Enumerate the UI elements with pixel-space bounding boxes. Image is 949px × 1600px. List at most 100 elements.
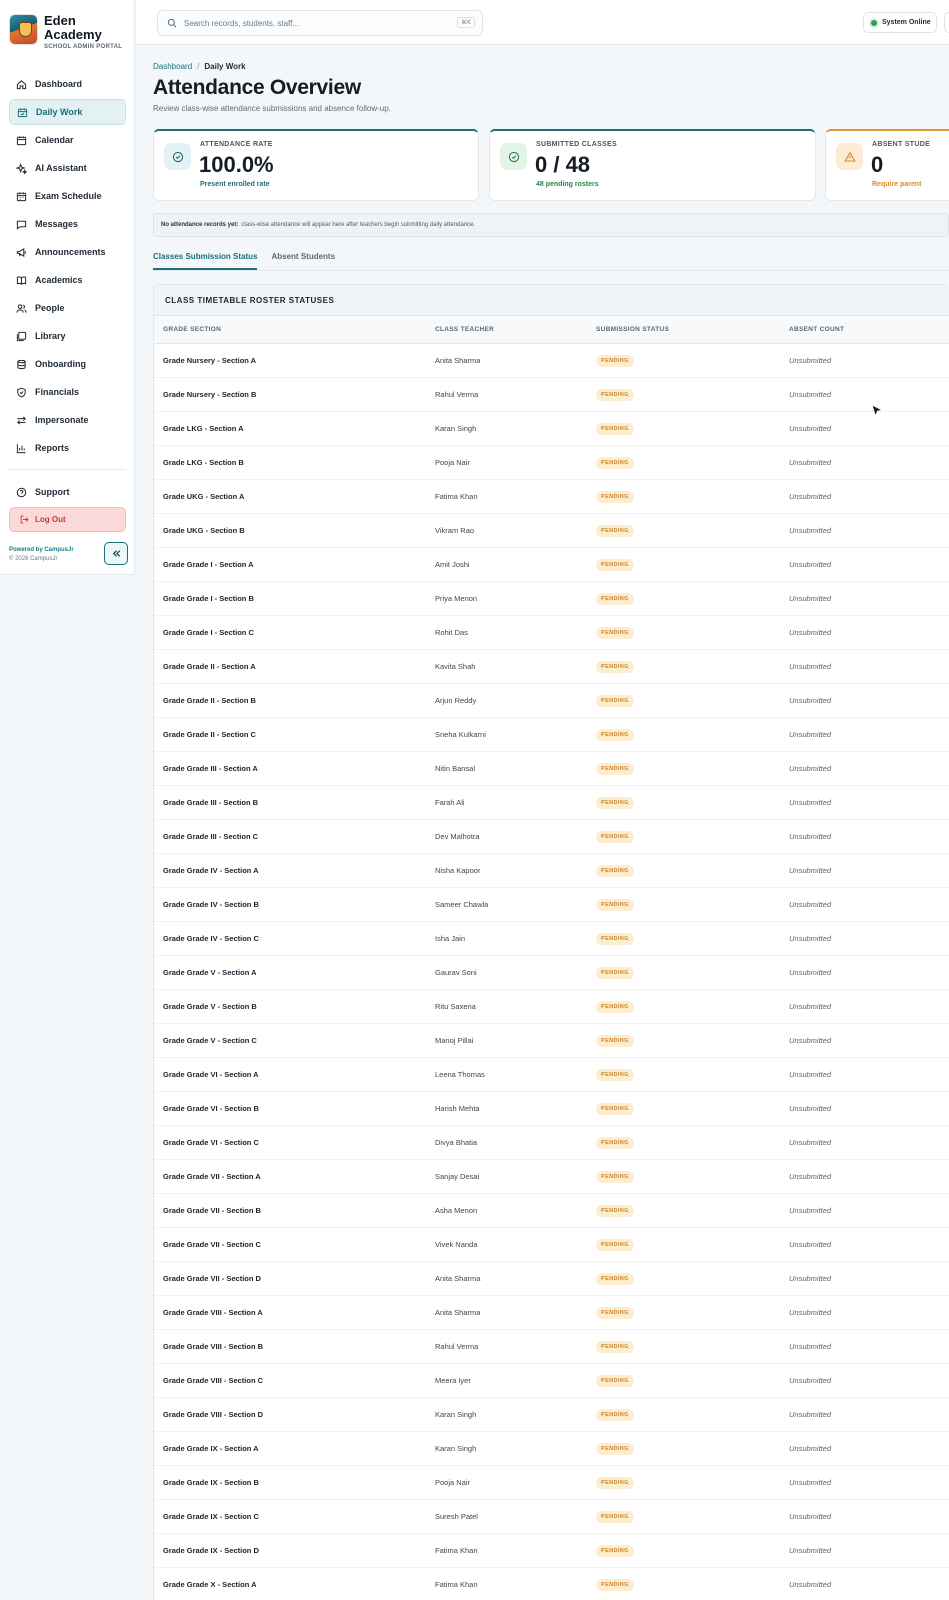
card-value: 0 / 48 [535,152,591,177]
pending-status-badge: PENDING [596,1476,634,1489]
table-row[interactable]: Grade Grade X - Section A Fatima Khan PEND… [154,1568,949,1600]
table-row[interactable]: Grade Nursery - Section A Anita Sharma PEN… [154,344,949,378]
grade-section-cell: Grade Grade VI - Section A [163,1070,259,1079]
search-icon [167,18,177,28]
table-row[interactable]: Grade Grade IV - Section C Isha Jain PENDI… [154,922,949,956]
table-row[interactable]: Grade Grade VII - Section A Sanjay Desai P… [154,1160,949,1194]
table-row[interactable]: Grade Grade IV - Section B Sameer Chawla P… [154,888,949,922]
absent-count-cell: Unsubmitted [789,1376,832,1385]
absent-count-cell: Unsubmitted [789,424,832,433]
table-row[interactable]: Grade Grade IX - Section A Karan Singh PEN… [154,1432,949,1466]
table-row[interactable]: Grade Grade VIII - Section D Karan Singh P… [154,1398,949,1432]
sidebar-item-exam-schedule[interactable]: Exam Schedule [9,183,126,209]
pending-status-badge: PENDING [596,1306,634,1319]
class-teacher-cell: Manoj Pillai [435,1036,474,1045]
sidebar-item-dashboard[interactable]: Dashboard [9,71,126,97]
table-row[interactable]: Grade Grade IX - Section B Pooja Nair PEND… [154,1466,949,1500]
school-crest-logo [9,14,38,45]
grade-section-cell: Grade Grade VII - Section A [163,1172,261,1181]
sidebar-item-announcements[interactable]: Announcements [9,239,126,265]
class-teacher-cell: Divya Bhatia [435,1138,478,1147]
column-header-submission-status[interactable]: SUBMISSION STATUS [596,326,669,333]
table-row[interactable]: Grade Grade III - Section B Farah Ali PEND… [154,786,949,820]
table-row[interactable]: Grade Grade II - Section A Kavita Shah PEN… [154,650,949,684]
grade-section-cell: Grade Grade I - Section B [163,594,254,603]
table-row[interactable]: Grade Grade VIII - Section A Anita Sharma… [154,1296,949,1330]
class-teacher-cell: Vikram Rao [435,526,475,535]
grade-section-cell: Grade Grade II - Section A [163,662,256,671]
table-row[interactable]: Grade Grade IX - Section C Suresh Patel PE… [154,1500,949,1534]
breadcrumb-dashboard-link[interactable]: Dashboard [153,62,192,71]
card-label: SUBMITTED CLASSES [536,141,617,148]
calendar-icon [16,135,27,145]
sidebar-item-messages[interactable]: Messages [9,211,126,237]
brand[interactable]: Eden Academy SCHOOL ADMIN PORTAL [9,14,122,50]
table-row[interactable]: Grade Grade IV - Section A Nisha Kapoor PE… [154,854,949,888]
table-row[interactable]: Grade Grade VIII - Section B Rahul Verma P… [154,1330,949,1364]
table-row[interactable]: Grade Grade V - Section A Gaurav Soni PEND… [154,956,949,990]
user-menu-button[interactable] [944,12,949,33]
tab-absent-students[interactable]: Absent Students [271,248,335,270]
sidebar-item-impersonate[interactable]: Impersonate [9,407,126,433]
table-row[interactable]: Grade Grade I - Section A Amit Joshi PENDI… [154,548,949,582]
sidebar-item-people[interactable]: People [9,295,126,321]
class-teacher-cell: Fatima Khan [435,1546,478,1555]
table-row[interactable]: Grade Grade II - Section B Arjun Reddy PEN… [154,684,949,718]
card-icon-wrap [500,143,527,170]
table-row[interactable]: Grade Grade VI - Section C Divya Bhatia PE… [154,1126,949,1160]
submission-status-cell: PENDING [596,490,634,503]
pending-status-badge: PENDING [596,796,634,809]
class-teacher-cell: Leena Thomas [435,1070,485,1079]
column-header-absent-count[interactable]: ABSENT COUNT [789,326,844,333]
tab-classes-submission-status[interactable]: Classes Submission Status [153,248,258,270]
table-row[interactable]: Grade Nursery - Section B Rahul Verma PEND… [154,378,949,412]
table-row[interactable]: Grade Grade II - Section C Sneha Kulkarni… [154,718,949,752]
table-row[interactable]: Grade Grade VI - Section B Harish Mehta PE… [154,1092,949,1126]
column-header-class-teacher[interactable]: CLASS TEACHER [435,326,494,333]
absent-count-cell: Unsubmitted [789,594,832,603]
table-row[interactable]: Grade Grade VIII - Section C Meera Iyer PE… [154,1364,949,1398]
grade-section-cell: Grade Grade IX - Section A [163,1444,259,1453]
table-row[interactable]: Grade Grade VI - Section A Leena Thomas PE… [154,1058,949,1092]
table-row[interactable]: Grade Grade V - Section C Manoj Pillai PEN… [154,1024,949,1058]
table-row[interactable]: Grade Grade V - Section B Ritu Saxena PEND… [154,990,949,1024]
sidebar-item-ai-assistant[interactable]: AI Assistant [9,155,126,181]
table-row[interactable]: Grade UKG - Section B Vikram Rao PENDING Un… [154,514,949,548]
logout-button[interactable]: Log Out [9,507,126,532]
sidebar-item-financials[interactable]: Financials [9,379,126,405]
table-row[interactable]: Grade Grade I - Section C Rohit Das PENDIN… [154,616,949,650]
sidebar-item-academics[interactable]: Academics [9,267,126,293]
sidebar-item-calendar[interactable]: Calendar [9,127,126,153]
pending-status-badge: PENDING [596,1544,634,1557]
sidebar-item-daily-work[interactable]: Daily Work [9,99,126,125]
pending-status-badge: PENDING [596,864,634,877]
table-row[interactable]: Grade LKG - Section A Karan Singh PENDING U… [154,412,949,446]
absent-count-cell: Unsubmitted [789,1274,832,1283]
table-row[interactable]: Grade UKG - Section A Fatima Khan PENDING U… [154,480,949,514]
table-row[interactable]: Grade LKG - Section B Pooja Nair PENDING Un… [154,446,949,480]
column-header-grade-section[interactable]: GRADE SECTION [163,326,221,333]
table-row[interactable]: Grade Grade VII - Section C Vivek Nanda PE… [154,1228,949,1262]
sidebar-item-reports[interactable]: Reports [9,435,126,461]
search-input[interactable] [184,18,454,28]
table-row[interactable]: Grade Grade VII - Section B Asha Menon PEN… [154,1194,949,1228]
absent-count-cell: Unsubmitted [789,1546,832,1555]
collapse-sidebar-button[interactable] [104,542,128,565]
table-row[interactable]: Grade Grade VII - Section D Anita Sharma P… [154,1262,949,1296]
search-box[interactable]: ⌘K [157,10,483,36]
sidebar-item-support[interactable]: Support [9,479,126,505]
table-row[interactable]: Grade Grade III - Section A Nitin Bansal P… [154,752,949,786]
sidebar-item-onboarding[interactable]: Onboarding [9,351,126,377]
absent-count-cell: Unsubmitted [789,1002,832,1011]
submission-status-cell: PENDING [596,422,634,435]
table-row[interactable]: Grade Grade III - Section C Dev Malhotra P… [154,820,949,854]
pending-status-badge: PENDING [596,1136,634,1149]
sidebar-item-library[interactable]: Library [9,323,126,349]
pending-status-badge: PENDING [596,490,634,503]
table-row[interactable]: Grade Grade I - Section B Priya Menon PEND… [154,582,949,616]
class-teacher-cell: Sanjay Desai [435,1172,480,1181]
pending-status-badge: PENDING [596,592,634,605]
table-row[interactable]: Grade Grade IX - Section D Fatima Khan PEN… [154,1534,949,1568]
absent-count-cell: Unsubmitted [789,1070,832,1079]
grade-section-cell: Grade Grade VI - Section B [163,1104,259,1113]
